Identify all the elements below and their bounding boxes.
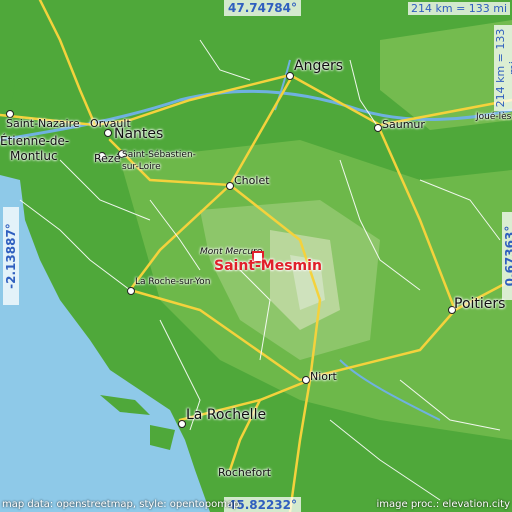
latitude-top-label: 47.74784° xyxy=(224,0,302,16)
city-label-saint-etienne: Étienne-de- xyxy=(0,134,70,148)
city-dot-niort xyxy=(302,376,310,384)
city-label-joue: Joué-lès xyxy=(476,112,512,122)
city-label-niort: Niort xyxy=(310,370,337,383)
city-label-saint-nazaire: Saint-Nazaire xyxy=(6,117,80,130)
city-label-orvault: Orvault xyxy=(90,117,131,130)
city-label-angers: Angers xyxy=(294,58,343,74)
city-label-cholet: Cholet xyxy=(234,174,270,187)
scale-vertical-label: 214 km = 133 mi xyxy=(494,25,512,111)
scale-horizontal-label: 214 km = 133 mi xyxy=(408,2,511,15)
city-dot-la-rochelle xyxy=(178,420,186,428)
city-dot-nantes xyxy=(104,129,112,137)
city-label-sur-loire: sur-Loire xyxy=(122,162,161,172)
city-label-montluc: Montluc xyxy=(10,149,58,163)
city-dot-angers xyxy=(286,72,294,80)
longitude-left-label: -2.13887° xyxy=(3,207,19,305)
city-label-la-roche-sur-yon: La Roche-sur-Yon xyxy=(135,277,211,287)
city-dot-cholet xyxy=(226,182,234,190)
attribution-map-data: map data: openstreetmap, style: opentopo… xyxy=(2,499,240,510)
longitude-right-label: 0.67363° xyxy=(502,212,512,300)
city-dot-saumur xyxy=(374,124,382,132)
city-label-reze: Rezé xyxy=(94,152,121,165)
attribution-image-proc: image proc.: elevation.city xyxy=(376,499,511,510)
city-label-saumur: Saumur xyxy=(382,118,425,131)
city-label-saint-sebastien: Saint-Sébastien- xyxy=(122,150,196,160)
city-dot-la-roche-sur-yon xyxy=(127,287,135,295)
city-label-rochefort: Rochefort xyxy=(218,466,272,479)
city-label-poitiers: Poitiers xyxy=(454,296,506,312)
map-view[interactable]: 47.74784° 45.82232° -2.13887° 0.67363° 2… xyxy=(0,0,512,512)
highlight-location-label: Saint-Mesmin xyxy=(214,258,322,274)
city-label-la-rochelle: La Rochelle xyxy=(186,407,267,423)
